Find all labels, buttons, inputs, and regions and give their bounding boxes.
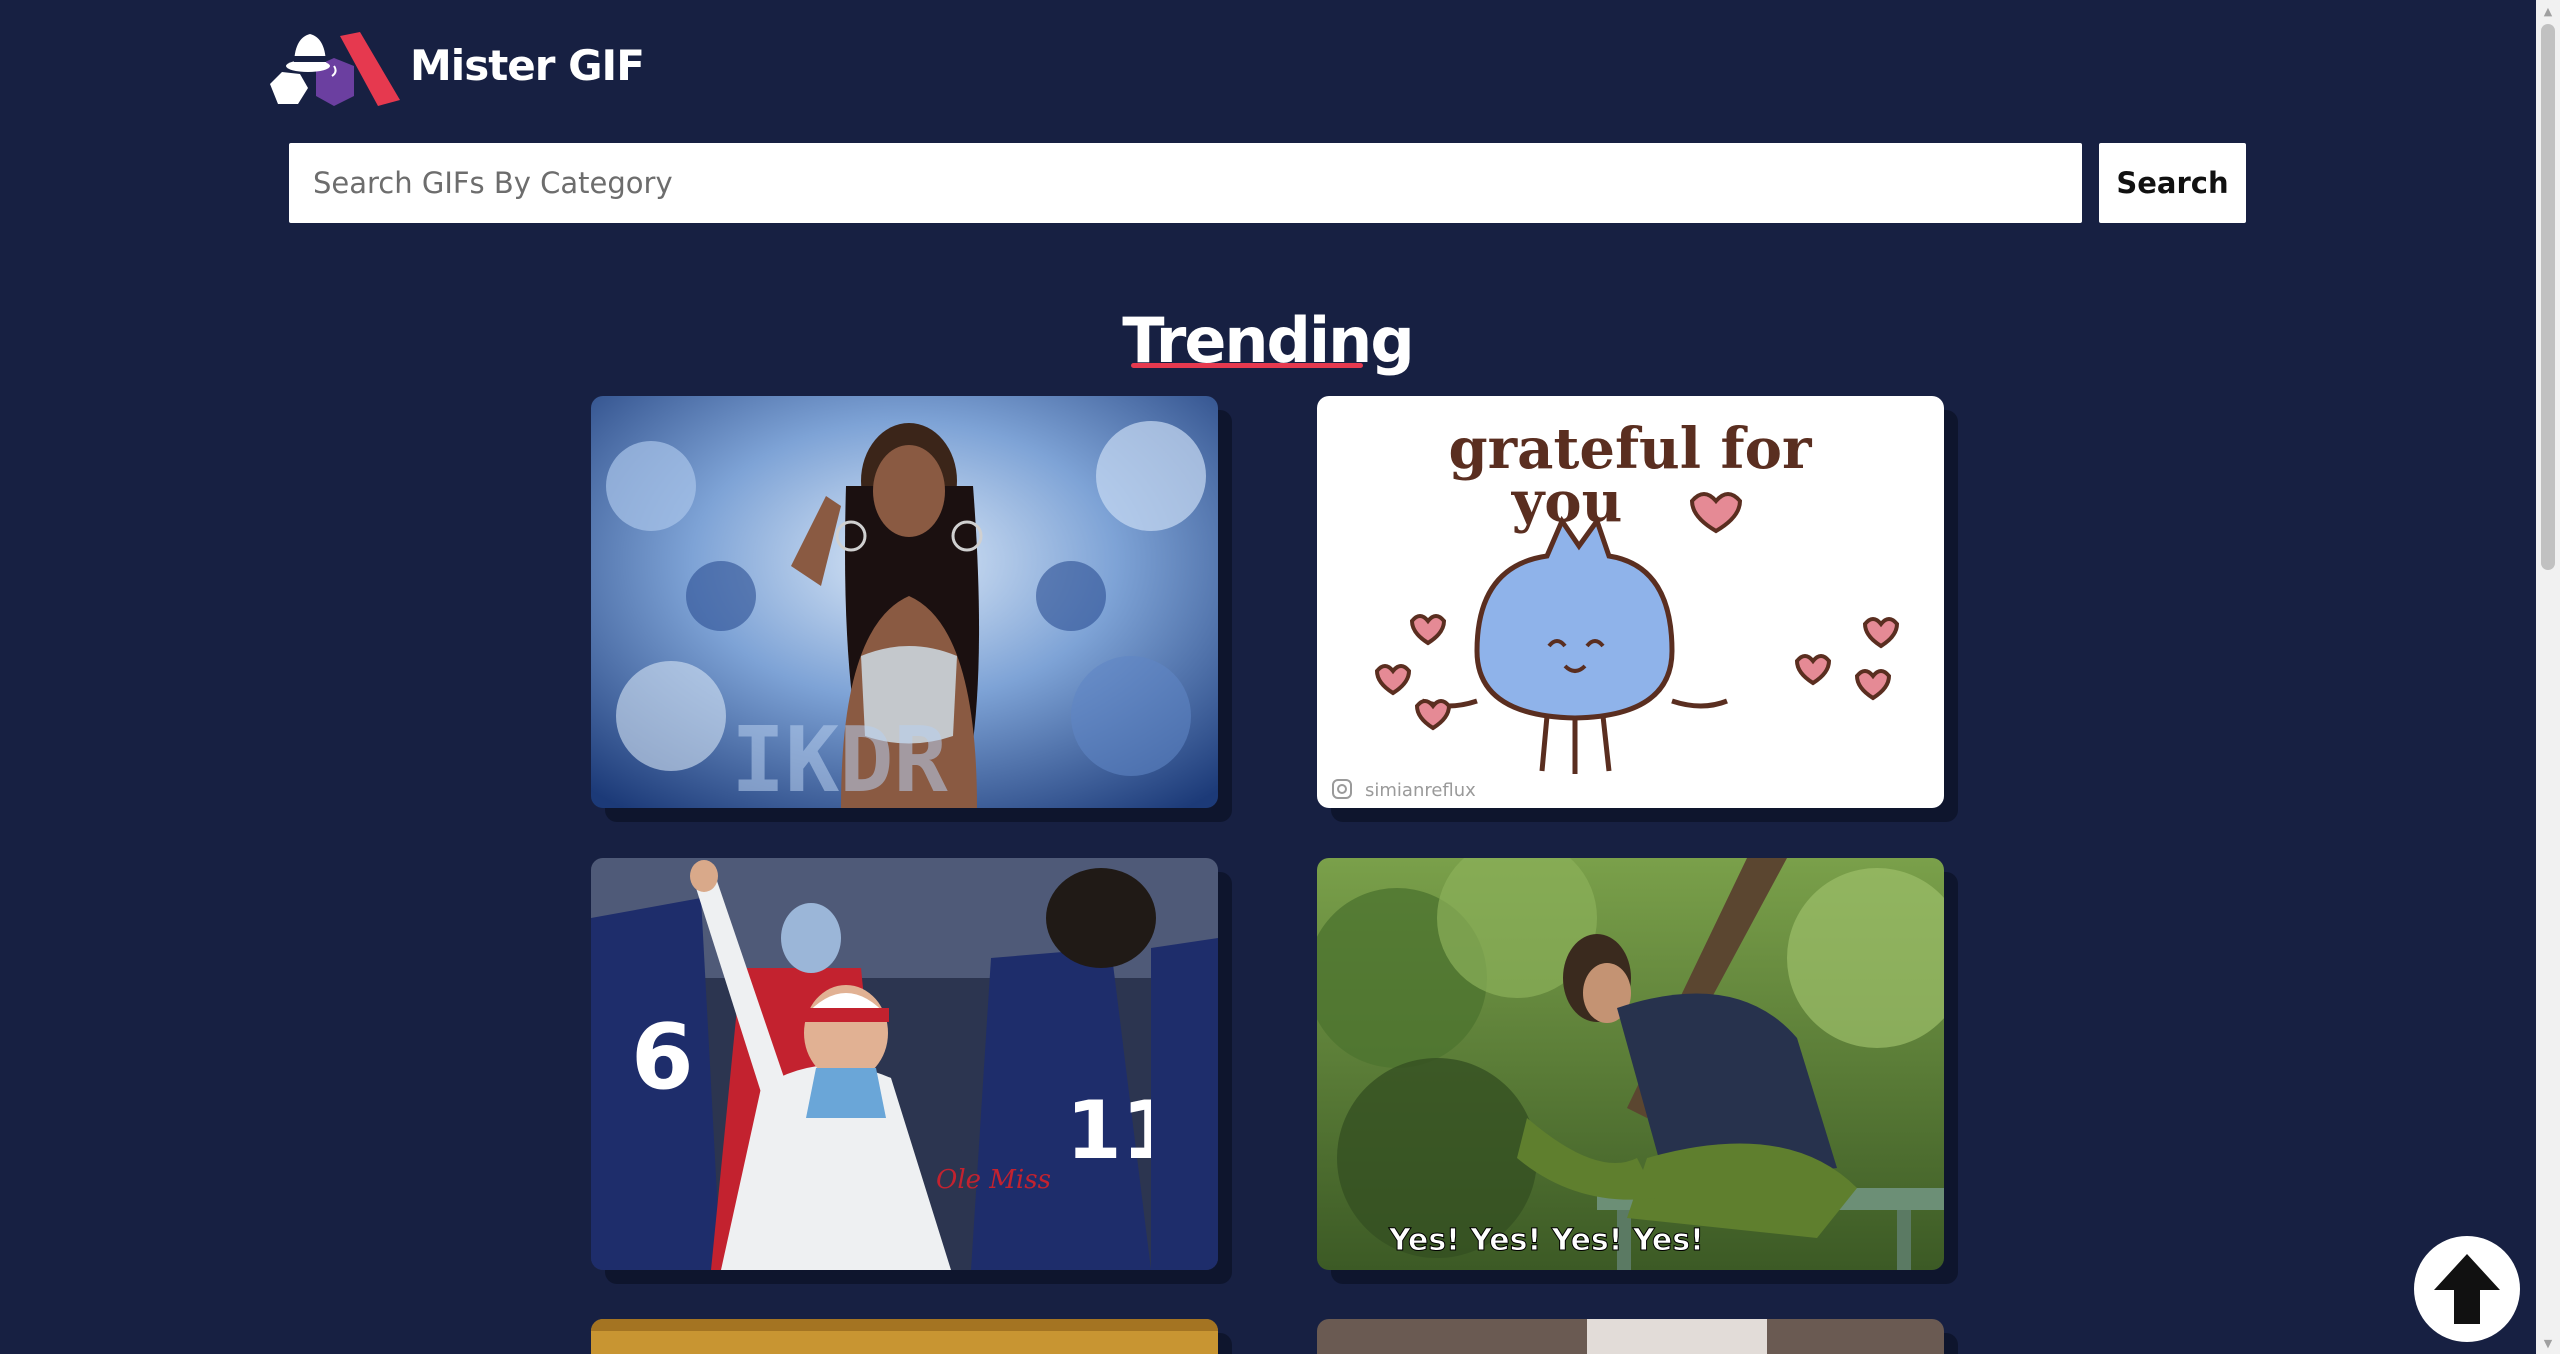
gif-card[interactable]: IKDR [591,396,1218,808]
gif-card[interactable] [1317,1319,1944,1354]
gif-image [591,1319,1218,1354]
scrollbar-thumb[interactable] [2541,24,2555,570]
svg-text:simianreflux: simianreflux [1365,780,1476,801]
gif-card[interactable]: Yes! Yes! Yes! Yes! [1317,858,1944,1270]
gif-card[interactable]: grateful for you simianreflux [1317,396,1944,808]
gif-image: Yes! Yes! Yes! Yes! [1317,858,1944,1270]
gif-image: IKDR [591,396,1218,808]
svg-text:IKDR: IKDR [731,708,949,808]
logo[interactable]: Mister GIF [268,22,645,108]
gif-image [1317,1319,1944,1354]
logo-text: Mister GIF [410,40,645,90]
gif-image: grateful for you simianreflux [1317,396,1944,808]
svg-text:6: 6 [631,1005,694,1110]
arrow-up-icon [2434,1254,2500,1324]
svg-text:Ole Miss: Ole Miss [936,1165,1051,1195]
section-title: Trending [1122,304,1414,377]
search-input[interactable] [289,143,2082,223]
search-button[interactable]: Search [2099,143,2246,223]
scrollbar[interactable]: ▲ ▼ [2536,0,2560,1354]
title-underline [1131,363,1363,368]
detective-hat-logo-icon [270,32,400,106]
scroll-up-arrow-icon[interactable]: ▲ [2536,0,2560,22]
gif-card[interactable]: 6 11 Ole Miss [591,858,1218,1270]
scroll-down-arrow-icon[interactable]: ▼ [2536,1332,2560,1354]
gif-image: 6 11 Ole Miss [591,858,1218,1270]
svg-text:grateful for: grateful for [1449,416,1813,482]
svg-text:Yes! Yes! Yes! Yes!: Yes! Yes! Yes! Yes! [1388,1223,1704,1258]
back-to-top-button[interactable] [2414,1236,2520,1342]
gif-card[interactable] [591,1319,1218,1354]
page: Mister GIF Search Trending [0,0,2560,1354]
